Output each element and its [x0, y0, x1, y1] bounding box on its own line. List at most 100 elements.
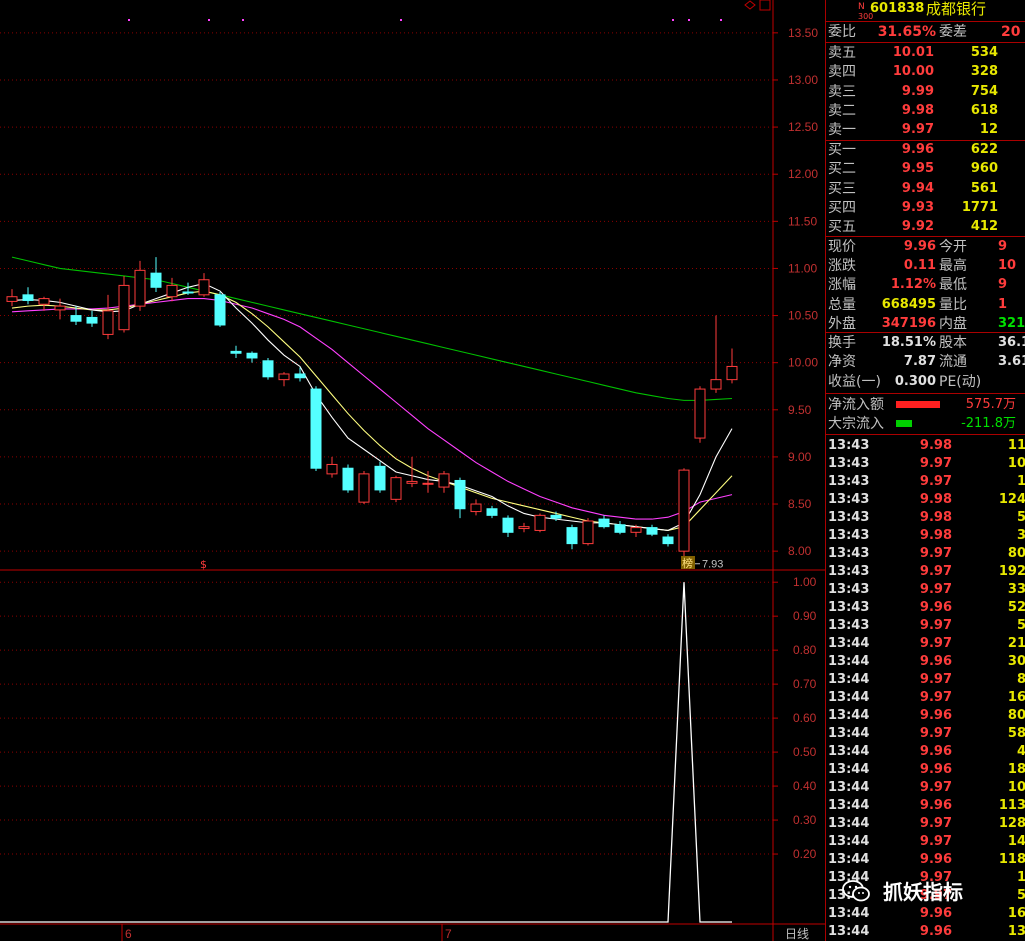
diamond-icon[interactable]: [744, 0, 756, 10]
tick-time: 13:43: [828, 510, 870, 525]
quote-label: 净资: [828, 354, 856, 371]
quote-label: 涨跌: [828, 258, 856, 275]
bid-price: 9.92: [901, 219, 934, 235]
candle-body[interactable]: [118, 284, 130, 331]
candle-body[interactable]: [358, 473, 370, 503]
tick-volume: 30: [1007, 654, 1025, 669]
tick-volume: 18: [1007, 762, 1025, 777]
candle-body[interactable]: [182, 291, 194, 294]
ask-price: 10.00: [892, 64, 934, 80]
candle-body[interactable]: [662, 536, 674, 545]
tick-volume: 13: [1007, 924, 1025, 939]
indicator-tick-label: 0.80: [793, 643, 817, 657]
candle-body[interactable]: [342, 467, 354, 491]
ask-volume: 328: [970, 64, 998, 80]
candle-body[interactable]: [134, 269, 146, 307]
bid-price: 9.94: [901, 180, 934, 196]
tick-time: 13:43: [828, 474, 870, 489]
candle-body[interactable]: [406, 480, 418, 484]
tick-price: 9.97: [919, 672, 952, 687]
date-tick-label: 6: [125, 927, 132, 941]
candle-body[interactable]: [166, 284, 178, 298]
window-icon[interactable]: [759, 0, 771, 11]
tick-price: 9.97: [919, 564, 952, 579]
tick-volume: 58: [1007, 726, 1025, 741]
tick-price: 9.96: [919, 744, 952, 759]
candle-body[interactable]: [694, 388, 706, 439]
tick-time: 13:43: [828, 528, 870, 543]
tick-time: 13:43: [828, 438, 870, 453]
candle-body[interactable]: [550, 514, 562, 519]
quote-value: 9: [998, 277, 1008, 293]
tick-time: 13:44: [828, 798, 870, 813]
candle-body[interactable]: [678, 469, 690, 552]
candle-body[interactable]: [6, 296, 18, 302]
flow-value: 575.7万: [965, 397, 1016, 412]
quote-label: 换手: [828, 335, 856, 351]
flow-bar: [896, 420, 912, 427]
candle-body[interactable]: [214, 294, 226, 326]
candle-body[interactable]: [390, 477, 402, 500]
candle-body[interactable]: [614, 524, 626, 533]
candle-body[interactable]: [230, 350, 242, 354]
quote-label: 现价: [828, 239, 856, 255]
candle-body[interactable]: [518, 526, 530, 530]
bid-volume: 412: [970, 219, 998, 235]
candle-body[interactable]: [102, 310, 114, 335]
quote-value: 0.11: [903, 258, 936, 274]
candle-body[interactable]: [326, 463, 338, 475]
tick-price: 9.97: [919, 690, 952, 705]
candle-body[interactable]: [646, 527, 658, 535]
candle-body[interactable]: [70, 315, 82, 322]
tick-time: 13:43: [828, 582, 870, 597]
candle-body[interactable]: [22, 294, 34, 301]
tick-volume: 10: [1007, 780, 1025, 795]
candle-body[interactable]: [566, 527, 578, 545]
indicator-tick-label: 0.60: [793, 711, 817, 725]
candle-body[interactable]: [470, 503, 482, 513]
candle-body[interactable]: [598, 518, 610, 528]
tick-volume: 124: [998, 492, 1025, 507]
signal-dot: [128, 19, 130, 21]
candle-body[interactable]: [198, 279, 210, 296]
tick-price: 9.97: [919, 582, 952, 597]
candle-body[interactable]: [502, 517, 514, 533]
candle-body[interactable]: [278, 373, 290, 381]
tick-price: 9.96: [919, 852, 952, 867]
candle-body[interactable]: [294, 373, 306, 379]
candle-body[interactable]: [454, 479, 466, 510]
candle-body[interactable]: [86, 316, 98, 324]
ranking-marker[interactable]: 榜: [682, 556, 693, 570]
tick-time: 13:43: [828, 546, 870, 561]
candle-body[interactable]: [310, 388, 322, 469]
price-tick-label: 10.50: [788, 309, 818, 323]
candle-body[interactable]: [534, 514, 546, 531]
candle-body[interactable]: [38, 298, 50, 305]
tick-time: 13:44: [828, 690, 870, 705]
candle-body[interactable]: [582, 520, 594, 545]
kline-chart-svg[interactable]: 13.50 13.00 12.50 12.00 11.50 11.00 10.50 10.00…: [0, 0, 825, 941]
candle-body[interactable]: [630, 527, 642, 533]
ask-label: 卖二: [828, 102, 856, 119]
quote-panel: N 300 601838 成都银行 委比 31.65% 委差 20 卖五 10.0…: [825, 0, 1025, 941]
candle-body[interactable]: [374, 465, 386, 491]
ask-label: 卖四: [828, 64, 856, 81]
kline-chart-area[interactable]: 13.50 13.00 12.50 12.00 11.50 11.00 10.50 10.00…: [0, 0, 825, 941]
candle-body[interactable]: [262, 360, 274, 378]
price-tick-label: 9.50: [788, 403, 812, 417]
candle-body[interactable]: [438, 473, 450, 488]
candle-body[interactable]: [246, 352, 258, 359]
candle-body[interactable]: [486, 508, 498, 516]
price-tick-label: 13.00: [788, 73, 818, 87]
tick-price: 9.97: [919, 456, 952, 471]
period-label[interactable]: 日线: [785, 927, 809, 941]
candle-body[interactable]: [710, 379, 722, 390]
candle-body[interactable]: [422, 482, 434, 485]
dividend-marker[interactable]: $: [200, 558, 207, 571]
candle-body[interactable]: [726, 365, 738, 381]
quote-value: 668495: [881, 296, 936, 312]
quote-value: 1: [998, 296, 1008, 312]
price-tick-label: 11.00: [788, 261, 817, 275]
candle-body[interactable]: [54, 305, 66, 311]
candle-body[interactable]: [150, 272, 162, 288]
